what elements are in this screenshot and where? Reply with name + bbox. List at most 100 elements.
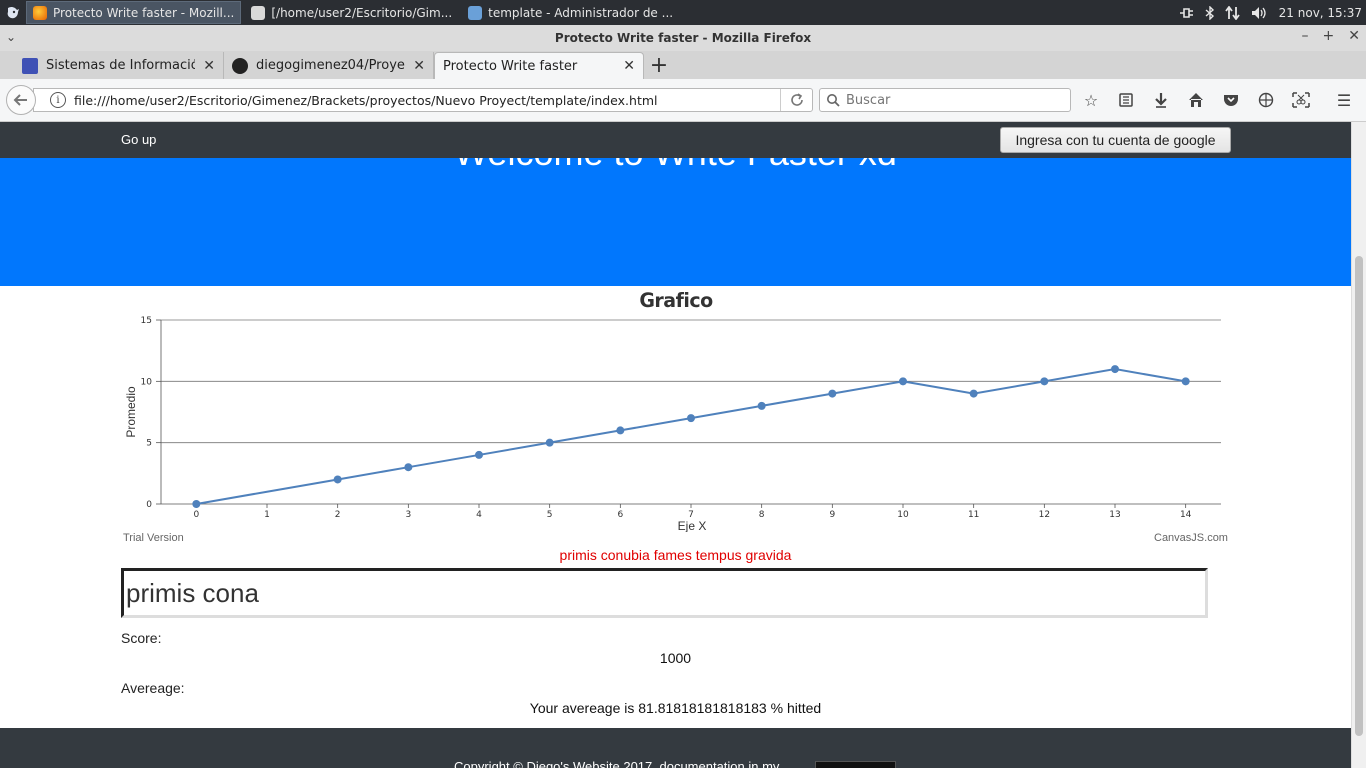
folder-icon [468,5,483,20]
page-scrollbar[interactable] [1351,122,1366,768]
series-line [196,368,1186,505]
back-arrow-icon [13,94,27,106]
scrollbar-thumb[interactable] [1355,256,1363,736]
data-point [757,401,766,410]
site-footer: Copyright © Diego's Website 2017, docume… [0,728,1351,768]
average-value: Your avereage is 81.81818181818183 % hit… [529,700,822,716]
x-tick-label: 5 [547,510,553,520]
y-tick-label: 15 [141,316,152,326]
site-navbar: Go up Ingresa con tu cuenta de google [0,122,1351,158]
home-icon[interactable] [1185,88,1207,112]
site-info-icon[interactable]: i [50,92,66,108]
url-bar[interactable]: i file:///home/user2/Escritorio/Gimenez/… [33,88,813,112]
close-tab-icon[interactable]: ✕ [203,58,215,74]
reload-icon[interactable] [780,89,812,111]
contacts-icon [22,57,38,74]
data-point [404,463,413,472]
taskbar-label: template - Administrador de ... [488,5,674,20]
network-transfer-icon[interactable] [1224,5,1241,20]
data-point [333,475,342,484]
x-tick-label: 4 [476,510,482,520]
data-point [192,500,201,508]
taskbar-file-manager[interactable]: template - Administrador de ... [462,1,679,24]
bookmark-star-icon[interactable]: ☆ [1080,88,1102,112]
bookmarks-library-icon[interactable] [1115,88,1137,112]
tab-sistemas[interactable]: Sistemas de Información 2( ✕ [14,52,224,79]
google-login-button[interactable]: Ingresa con tu cuenta de google [1000,127,1231,153]
tab-label: Protecto Write faster [443,58,578,74]
x-tick-label: 7 [688,510,694,520]
taskbar-editor[interactable]: [/home/user2/Escritorio/Gim... [245,1,458,24]
search-input[interactable] [846,92,1066,108]
search-bar[interactable] [819,88,1071,112]
canvasjs-credit-link[interactable]: CanvasJS.com [1154,532,1228,544]
volume-icon[interactable] [1251,6,1269,20]
x-tick-label: 10 [897,510,909,520]
minimize-button[interactable]: – [1302,28,1309,44]
screenshot-tool-icon[interactable] [1290,88,1312,112]
web-page: Welcome to Write Faster xd Go up Ingresa… [0,122,1351,768]
x-tick-label: 14 [1180,510,1192,520]
maximize-button[interactable]: + [1323,28,1335,44]
window-menu-chevron-icon[interactable]: ⌄ [6,30,16,44]
taskbar-label: Protecto Write faster - Mozill... [53,5,235,20]
url-text[interactable]: file:///home/user2/Escritorio/Gimenez/Br… [74,93,780,108]
x-tick-label: 11 [968,510,979,520]
typing-input[interactable] [121,568,1208,618]
x-tick-label: 8 [759,510,765,520]
taskbar-label: [/home/user2/Escritorio/Gim... [271,5,453,20]
x-tick-label: 9 [829,510,835,520]
trial-version-label: Trial Version [123,532,184,544]
x-tick-label: 3 [405,510,411,520]
x-axis-label: Eje X [678,519,707,532]
github-icon [232,57,248,74]
tab-protecto[interactable]: Protecto Write faster ✕ [434,52,644,79]
pocket-icon[interactable] [1220,88,1242,112]
data-point [969,389,978,398]
x-tick-label: 0 [193,510,199,520]
new-tab-button[interactable]: + [644,52,674,79]
data-point [616,426,625,435]
close-window-button[interactable]: ✕ [1348,28,1360,44]
score-label: Score: [121,630,162,646]
data-point [475,450,483,459]
x-tick-label: 6 [617,510,623,520]
tab-github[interactable]: diegogimenez04/Proyecto- ✕ [224,52,434,79]
tab-strip: Sistemas de Información 2( ✕ diegogimene… [0,51,1366,79]
y-tick-label: 0 [146,500,152,510]
data-point [545,438,554,447]
clock[interactable]: 21 nov, 15:37 [1279,6,1362,20]
target-phrase: primis conubia fames tempus gravida [559,547,792,563]
hamburger-menu-icon[interactable]: ☰ [1333,88,1355,112]
footer-doc-link[interactable] [815,761,896,768]
data-point [1040,377,1049,386]
bluetooth-icon[interactable] [1205,5,1215,20]
tab-label: diegogimenez04/Proyecto- [256,58,405,73]
go-up-link[interactable]: Go up [121,132,156,147]
vpn-globe-icon[interactable] [1255,88,1277,112]
network-plug-icon[interactable] [1179,7,1195,19]
download-icon[interactable] [1150,88,1172,112]
taskbar-firefox[interactable]: Protecto Write faster - Mozill... [26,1,242,24]
close-tab-icon[interactable]: ✕ [623,58,635,74]
data-point [1111,365,1119,374]
navigation-toolbar: i file:///home/user2/Escritorio/Gimenez/… [0,79,1366,122]
line-chart: Grafico Promedio Eje X 0 5 10 15 0 1 2 3 4 5 6 7 8 9 1… [124,289,1221,532]
app-menu-icon[interactable] [0,0,26,25]
y-tick-label: 10 [141,377,153,387]
y-tick-label: 5 [146,439,152,449]
x-tick-label: 12 [1039,510,1050,520]
back-button[interactable] [6,85,36,115]
search-icon [827,94,840,107]
tab-label: Sistemas de Información 2( [46,58,196,73]
y-axis-label: Promedio [124,386,138,438]
firefox-icon [33,5,47,20]
x-tick-label: 13 [1109,510,1120,520]
data-point [828,389,837,398]
window-titlebar: ⌄ Protecto Write faster - Mozilla Firefo… [0,25,1366,51]
close-tab-icon[interactable]: ✕ [413,58,425,74]
text-editor-icon [251,5,266,20]
os-top-panel: Protecto Write faster - Mozill... [/home… [0,0,1366,25]
score-value: 1000 [659,650,692,666]
chart-title: Grafico [639,289,712,313]
